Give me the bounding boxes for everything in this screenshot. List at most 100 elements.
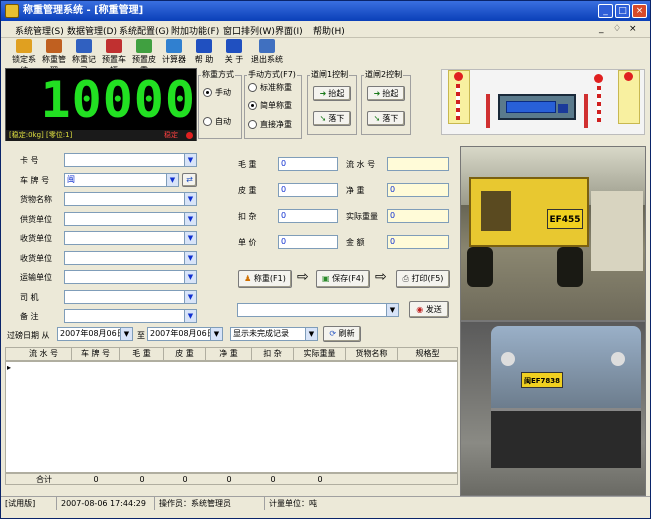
toolbar-label: 退出系统: [251, 55, 283, 64]
help-icon: [196, 39, 212, 53]
toolbar-calculator-button[interactable]: 计算器: [159, 38, 189, 68]
close-button[interactable]: ×: [632, 4, 647, 18]
cam1-wheel-2: [557, 247, 583, 287]
app-icon: [5, 4, 19, 18]
save-button[interactable]: ▣ 保存(F4): [316, 270, 370, 288]
gate2-down-button[interactable]: ➘ 落下: [367, 111, 405, 126]
weight-field-3[interactable]: 0: [278, 235, 338, 249]
toolbar-tare-button[interactable]: 预置皮重: [129, 38, 159, 75]
field-2-select[interactable]: ▼: [64, 192, 197, 206]
field-5-select[interactable]: ▼: [64, 250, 197, 265]
status-edition: [试用版]: [1, 497, 57, 510]
right-post-icon: [584, 94, 588, 128]
grid-column-header[interactable]: 皮 重: [164, 348, 206, 360]
date-from-picker[interactable]: 2007年08月06日 ▼: [57, 327, 133, 341]
field-3-select[interactable]: ▼: [64, 211, 197, 226]
grid-column-header[interactable]: 实际重量: [294, 348, 346, 360]
display-status-bar: [稳定:0kg] [零位:1] 稳定: [6, 130, 196, 141]
gate1-barrier-icon: [456, 84, 460, 120]
chevron-down-icon: ▼: [184, 290, 196, 303]
toolbar-info-button[interactable]: 关 于: [219, 38, 249, 68]
radio-simple-label: 简单称重: [260, 101, 292, 110]
field-label: 净 重: [346, 186, 365, 195]
grid-column-header[interactable]: 货物名称: [346, 348, 398, 360]
menu-config[interactable]: 系统配置(G): [119, 24, 169, 37]
chevron-down-icon: ▼: [184, 193, 196, 205]
radio-standard[interactable]: [248, 83, 257, 92]
grid-column-header[interactable]: 净 重: [206, 348, 252, 360]
plate-lookup-button[interactable]: ⇄: [182, 172, 197, 187]
weigh-type-title: 手动方式(F7): [247, 69, 297, 80]
toolbar-truck-button[interactable]: 预置车辆: [99, 38, 129, 75]
cam1-wheel: [467, 247, 493, 287]
records-grid[interactable]: ▸: [5, 361, 458, 473]
menu-data[interactable]: 数据管理(D): [67, 24, 117, 37]
radio-simple[interactable]: [248, 101, 257, 110]
field-label: 司 机: [20, 292, 39, 302]
mdi-close-button[interactable]: ×: [629, 24, 637, 34]
toolbar-records-button[interactable]: 称重记录: [69, 38, 99, 75]
mdi-minimize-button[interactable]: _: [599, 24, 604, 34]
radio-auto[interactable]: [203, 117, 212, 126]
camera-view-2: 闽EF7838: [460, 321, 646, 496]
grid-column-header[interactable]: 流 水 号: [16, 348, 72, 360]
field-label: 毛 重: [238, 160, 257, 169]
weight-field-2[interactable]: 0: [278, 209, 338, 223]
menu-skin[interactable]: 界面(I): [275, 24, 303, 37]
camera-view-1: EF455: [460, 146, 646, 321]
left-post-icon: [486, 94, 490, 128]
minimize-button[interactable]: _: [598, 4, 613, 18]
field-1-select[interactable]: 闽 ▼: [64, 172, 179, 187]
cam2-plate: 闽EF7838: [521, 372, 563, 388]
menu-system[interactable]: 系统管理(S): [15, 24, 64, 37]
gate2-up-button[interactable]: ➜ 抬起: [367, 86, 405, 101]
cam2-headlight-2: [611, 352, 625, 366]
menu-extra[interactable]: 附加功能(F): [171, 24, 219, 37]
field-label: 收货单位: [20, 253, 52, 263]
grid-column-header[interactable]: 规格型: [398, 348, 458, 360]
message-dropdown[interactable]: ▼: [237, 303, 399, 317]
result-field-3: 0: [387, 235, 449, 249]
toolbar-scale-button[interactable]: 称重管理: [39, 38, 69, 75]
grid-column-header[interactable]: 车 牌 号: [72, 348, 120, 360]
weight-field-0[interactable]: 0: [278, 157, 338, 171]
grid-column-header[interactable]: 扣 杂: [252, 348, 294, 360]
print-button[interactable]: ⎙ 打印(F5): [396, 270, 450, 288]
toolbar-help-button[interactable]: 帮 助: [189, 38, 219, 68]
send-button[interactable]: ◉ 发送: [409, 301, 449, 318]
truck-icon: [106, 39, 122, 53]
weigh-button[interactable]: ♟ 称重(F1): [238, 270, 292, 288]
stable-indicator: 稳定: [164, 131, 178, 139]
chevron-down-icon: ▼: [184, 310, 196, 322]
date-to-label: 至: [137, 331, 145, 340]
field-6-select[interactable]: ▼: [64, 270, 197, 284]
mdi-restore-button[interactable]: ♢: [613, 24, 621, 34]
grid-total-value: 0: [93, 475, 99, 484]
weight-field-1[interactable]: 0: [278, 183, 338, 197]
radio-direct-net[interactable]: [248, 120, 257, 129]
record-view-select[interactable]: 显示未完成记录 ▼: [230, 327, 318, 341]
toolbar: 锁定系统称重管理称重记录预置车辆预置皮重计算器帮 助 关 于退出系统: [1, 38, 650, 75]
gate1-up-button[interactable]: ➜ 抬起: [313, 86, 351, 101]
status-unit: 计量单位：吨: [269, 499, 317, 508]
field-0-select[interactable]: ▼: [64, 153, 197, 167]
chevron-down-icon: ▼: [184, 271, 196, 283]
field-7-select[interactable]: ▼: [64, 289, 197, 304]
toolbar-exit-button[interactable]: 退出系统: [249, 38, 285, 68]
gate1-down-button[interactable]: ➘ 落下: [313, 111, 351, 126]
result-field-2: 0: [387, 209, 449, 223]
toolbar-lock-button[interactable]: 锁定系统: [9, 38, 39, 75]
display-status-text: [稳定:0kg] [零位:1]: [9, 131, 73, 139]
gate1-group: 道闸1控制: [307, 69, 357, 135]
radio-manual[interactable]: [203, 88, 212, 97]
refresh-button[interactable]: ⟳ 刷新: [323, 326, 361, 342]
field-8-select[interactable]: ▼: [64, 309, 197, 323]
field-4-select[interactable]: ▼: [64, 231, 197, 245]
maximize-button[interactable]: □: [615, 4, 630, 18]
field-label: 收货单位: [20, 234, 52, 243]
date-to-picker[interactable]: 2007年08月06日 ▼: [147, 327, 223, 341]
grid-column-header[interactable]: 毛 重: [120, 348, 164, 360]
menu-window[interactable]: 窗口排列(W): [223, 24, 275, 37]
menu-help[interactable]: 帮助(H): [313, 24, 345, 37]
arrow-1-icon: ⇨: [297, 269, 309, 285]
